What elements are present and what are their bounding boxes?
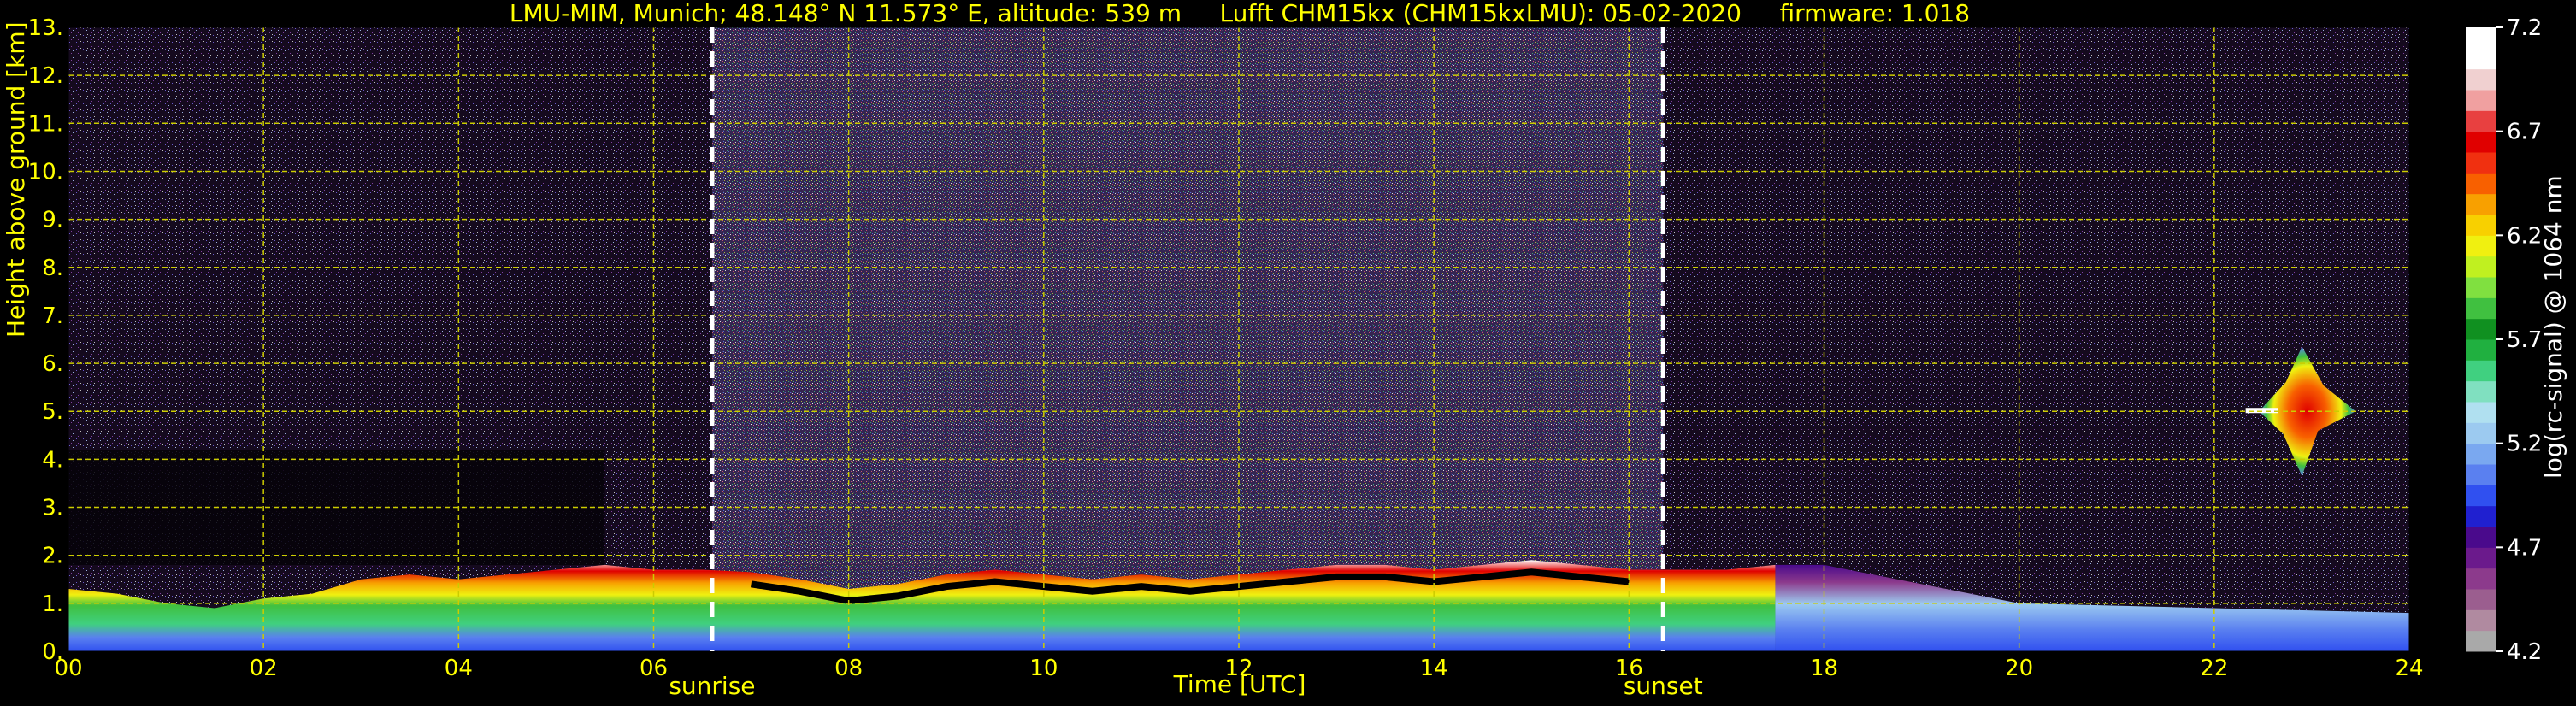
y-tick-label: 6.	[42, 351, 63, 377]
colorbar-segment	[2466, 235, 2496, 257]
colorbar-segment	[2466, 131, 2496, 153]
colorbar-tick-label: 5.7	[2507, 327, 2542, 353]
y-tick-label: 0.	[42, 639, 63, 665]
y-tick-label: 13.	[28, 15, 63, 41]
colorbar-segment	[2466, 215, 2496, 236]
colorbar-segment	[2466, 297, 2496, 320]
colorbar-segment	[2466, 256, 2496, 278]
y-tick-label: 8.	[42, 256, 63, 281]
y-tick-label: 10.	[28, 159, 63, 185]
y-tick-label: 1.	[42, 591, 63, 617]
colorbar-segment	[2466, 173, 2496, 195]
x-tick-label: 24	[2395, 656, 2423, 681]
colorbar-tick-label: 4.2	[2507, 639, 2542, 665]
y-tick-label: 4.	[42, 447, 63, 473]
y-tick-label: 3.	[42, 496, 63, 521]
x-tick-label: 12	[1224, 656, 1253, 681]
colorbar-segment	[2466, 277, 2496, 298]
sunrise-label: sunrise	[669, 672, 755, 700]
colorbar-segment	[2466, 422, 2496, 444]
colorbar-segment	[2466, 193, 2496, 215]
colorbar-segment	[2466, 609, 2496, 632]
x-tick-label: 20	[2005, 656, 2033, 681]
y-tick-label: 11.	[28, 111, 63, 137]
colorbar-segment	[2466, 27, 2496, 49]
colorbar-segment	[2466, 318, 2496, 340]
ceilometer-heatmap: sunrise sunset 00 02 04 06 08 10 12 14 16 18 20 22 24…	[28, 15, 2543, 700]
colorbar-tick-label: 7.2	[2507, 15, 2542, 41]
y-tick-label: 2.	[42, 544, 63, 569]
x-tick-label: 08	[834, 656, 863, 681]
colorbar-tick-label: 4.7	[2507, 535, 2542, 561]
colorbar-segment	[2466, 485, 2496, 507]
colorbar-segment	[2466, 90, 2496, 111]
daytime-noise-region	[711, 27, 1664, 651]
colorbar-segment	[2466, 339, 2496, 361]
y-tick-label: 5.	[42, 399, 63, 425]
colorbar-segment	[2466, 68, 2496, 91]
x-tick-label: 10	[1029, 656, 1058, 681]
colorbar-segment	[2466, 630, 2496, 652]
colorbar-segment	[2466, 464, 2496, 485]
y-tick-label: 12.	[28, 63, 63, 89]
colorbar-segment	[2466, 48, 2496, 70]
colorbar-segment	[2466, 443, 2496, 465]
x-tick-label: 04	[445, 656, 473, 681]
y-tick-label: 7.	[42, 303, 63, 329]
colorbar-segment	[2466, 402, 2496, 423]
x-tick-label: 14	[1420, 656, 1448, 681]
colorbar-segment	[2466, 527, 2496, 548]
colorbar-tick-label: 6.2	[2507, 223, 2542, 249]
colorbar-tick-label: 5.2	[2507, 432, 2542, 457]
colorbar-segment	[2466, 360, 2496, 382]
cloud-highlight	[2245, 408, 2278, 414]
x-tick-label: 02	[250, 656, 278, 681]
x-tick-label: 22	[2200, 656, 2228, 681]
colorbar-segment	[2466, 589, 2496, 610]
x-tick-label: 06	[640, 656, 668, 681]
colorbar-segment	[2466, 547, 2496, 569]
colorbar-segment	[2466, 110, 2496, 132]
colorbar-segment	[2466, 380, 2496, 403]
colorbar-segment	[2466, 568, 2496, 590]
colorbar-segment	[2466, 505, 2496, 527]
colorbar-segment	[2466, 152, 2496, 174]
y-tick-label: 9.	[42, 208, 63, 233]
colorbar-tick-label: 6.7	[2507, 120, 2542, 145]
x-tick-label: 18	[1810, 656, 1838, 681]
x-tick-label: 16	[1615, 656, 1643, 681]
